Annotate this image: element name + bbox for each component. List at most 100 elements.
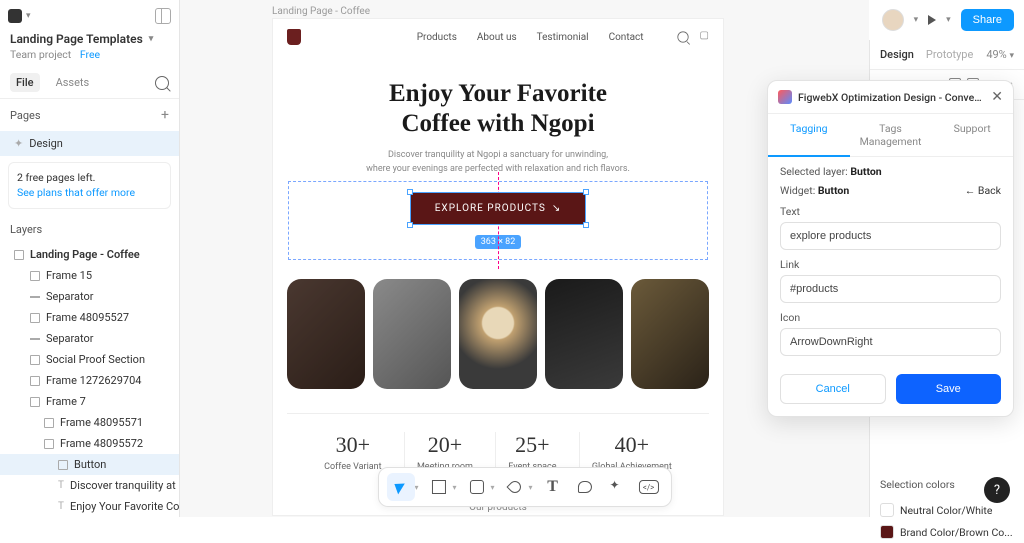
panel-toggle-icon[interactable] xyxy=(155,8,171,24)
pen-tool[interactable] xyxy=(501,473,529,501)
search-icon[interactable] xyxy=(155,76,169,90)
frame-icon xyxy=(30,397,40,407)
stat-number: 40+ xyxy=(592,432,672,458)
plugin-tab-tags-mgmt[interactable]: Tags Management xyxy=(850,114,932,156)
zoom-level[interactable]: 49% ▾ xyxy=(986,48,1014,61)
help-button[interactable]: ? xyxy=(984,477,1010,503)
plugin-tab-tagging[interactable]: Tagging xyxy=(768,114,850,157)
page-item-design[interactable]: ✦ Design xyxy=(0,131,179,156)
text-input[interactable] xyxy=(780,222,1001,250)
layer-row[interactable]: Separator xyxy=(0,328,179,349)
save-button[interactable]: Save xyxy=(896,374,1002,404)
layer-row[interactable]: Frame 1272629704 xyxy=(0,370,179,391)
swatch-icon xyxy=(880,503,894,517)
avatar[interactable] xyxy=(882,9,904,31)
chevron-down-icon[interactable]: ▾ xyxy=(914,15,919,25)
back-button[interactable]: ← Back xyxy=(965,184,1001,197)
frame-tool[interactable] xyxy=(424,473,452,501)
share-button[interactable]: Share xyxy=(961,9,1014,31)
chevron-down-icon[interactable]: ▾ xyxy=(491,483,495,492)
gallery-image xyxy=(631,279,709,389)
link-input[interactable] xyxy=(780,275,1001,303)
layer-row[interactable]: Landing Page - Coffee xyxy=(0,244,179,265)
tab-design[interactable]: Design xyxy=(880,48,914,61)
stat-number: 25+ xyxy=(508,432,556,458)
field-label: Link xyxy=(780,258,1001,271)
move-tool[interactable] xyxy=(386,473,414,501)
resize-handle[interactable] xyxy=(407,189,413,195)
present-icon[interactable] xyxy=(928,15,936,25)
color-swatch-row[interactable]: Brand Color/Brown Co... xyxy=(870,521,1024,543)
frame-icon xyxy=(14,250,24,260)
figma-menu[interactable]: ▾ xyxy=(8,9,31,23)
layer-row[interactable]: Frame 48095572 xyxy=(0,433,179,454)
layer-row[interactable]: Social Proof Section xyxy=(0,349,179,370)
comment-tool[interactable] xyxy=(571,473,599,501)
brand-logo-icon xyxy=(287,29,301,45)
frame-icon xyxy=(30,271,40,281)
layer-label: Separator xyxy=(46,290,94,303)
text-icon: T xyxy=(547,478,558,496)
swatch-icon xyxy=(880,525,894,539)
layers-header: Layers xyxy=(0,215,179,244)
cursor-icon xyxy=(394,480,407,494)
add-page-icon[interactable]: + xyxy=(161,107,169,123)
layer-label: Frame 48095572 xyxy=(60,437,143,450)
selected-node[interactable]: EXPLORE PRODUCTS↘ 363 × 82 xyxy=(368,192,628,249)
gallery-image xyxy=(373,279,451,389)
stat-number: 20+ xyxy=(417,432,473,458)
gallery-image xyxy=(545,279,623,389)
sparkle-icon xyxy=(610,480,624,494)
tab-file[interactable]: File xyxy=(10,73,40,92)
layer-row[interactable]: Button xyxy=(0,454,179,475)
actions-tool[interactable] xyxy=(603,473,631,501)
banner-link[interactable]: See plans that offer more xyxy=(17,186,135,199)
canvas[interactable]: Landing Page - Coffee ProductsAbout usTe… xyxy=(180,0,869,517)
dev-mode-toggle[interactable]: </> xyxy=(635,473,663,501)
close-icon[interactable]: ✕ xyxy=(991,89,1003,105)
chevron-down-icon[interactable]: ▾ xyxy=(149,34,154,44)
resize-handle[interactable] xyxy=(407,222,413,228)
plugin-tab-support[interactable]: Support xyxy=(931,114,1013,156)
file-title[interactable]: Landing Page Templates xyxy=(10,32,143,46)
chevron-down-icon[interactable]: ▾ xyxy=(414,483,418,492)
tab-assets[interactable]: Assets xyxy=(50,73,96,92)
chevron-down-icon[interactable]: ▾ xyxy=(529,483,533,492)
layer-row[interactable]: Separator xyxy=(0,286,179,307)
nav-link: Products xyxy=(417,32,457,43)
layer-row[interactable]: TDiscover tranquility at Ngopi xyxy=(0,475,179,496)
layers-tree: Landing Page - CoffeeFrame 15SeparatorFr… xyxy=(0,244,179,517)
stat-item: 20+Meeting room xyxy=(404,432,485,472)
artboard: ProductsAbout usTestimonialContact ▢ Enj… xyxy=(272,18,724,516)
canvas-frame-label[interactable]: Landing Page - Coffee xyxy=(272,6,370,17)
frame-icon xyxy=(30,376,40,386)
frame-icon xyxy=(30,355,40,365)
layer-row[interactable]: Frame 7 xyxy=(0,391,179,412)
stat-number: 30+ xyxy=(324,432,381,458)
layer-row[interactable]: Frame 48095527 xyxy=(0,307,179,328)
banner-text: 2 free pages left. xyxy=(17,171,162,186)
cta-button: EXPLORE PRODUCTS↘ xyxy=(410,192,587,225)
chevron-down-icon[interactable]: ▾ xyxy=(946,15,951,25)
text-tool[interactable]: T xyxy=(539,473,567,501)
resize-handle[interactable] xyxy=(583,189,589,195)
icon-input[interactable] xyxy=(780,328,1001,356)
arrow-down-right-icon: ↘ xyxy=(552,203,561,214)
layer-row[interactable]: Frame 15 xyxy=(0,265,179,286)
hero-title: Enjoy Your FavoriteCoffee with Ngopi xyxy=(303,79,693,139)
frame-icon xyxy=(431,480,445,494)
plan-badge[interactable]: Free xyxy=(80,48,100,61)
shape-tool[interactable] xyxy=(463,473,491,501)
tab-prototype[interactable]: Prototype xyxy=(926,48,973,61)
chevron-down-icon[interactable]: ▾ xyxy=(452,483,456,492)
team-label[interactable]: Team project xyxy=(10,48,71,61)
text-icon: T xyxy=(58,502,64,512)
resize-handle[interactable] xyxy=(583,222,589,228)
cancel-button[interactable]: Cancel xyxy=(780,374,886,404)
layer-label: Frame 48095571 xyxy=(60,416,143,429)
page-label: Design xyxy=(29,137,63,150)
layer-row[interactable]: Frame 48095571 xyxy=(0,412,179,433)
frame-icon xyxy=(44,439,54,449)
plugin-title: FigwebX Optimization Design - Convert Fi… xyxy=(798,91,985,104)
layer-row[interactable]: TEnjoy Your Favorite Coffee w xyxy=(0,496,179,517)
